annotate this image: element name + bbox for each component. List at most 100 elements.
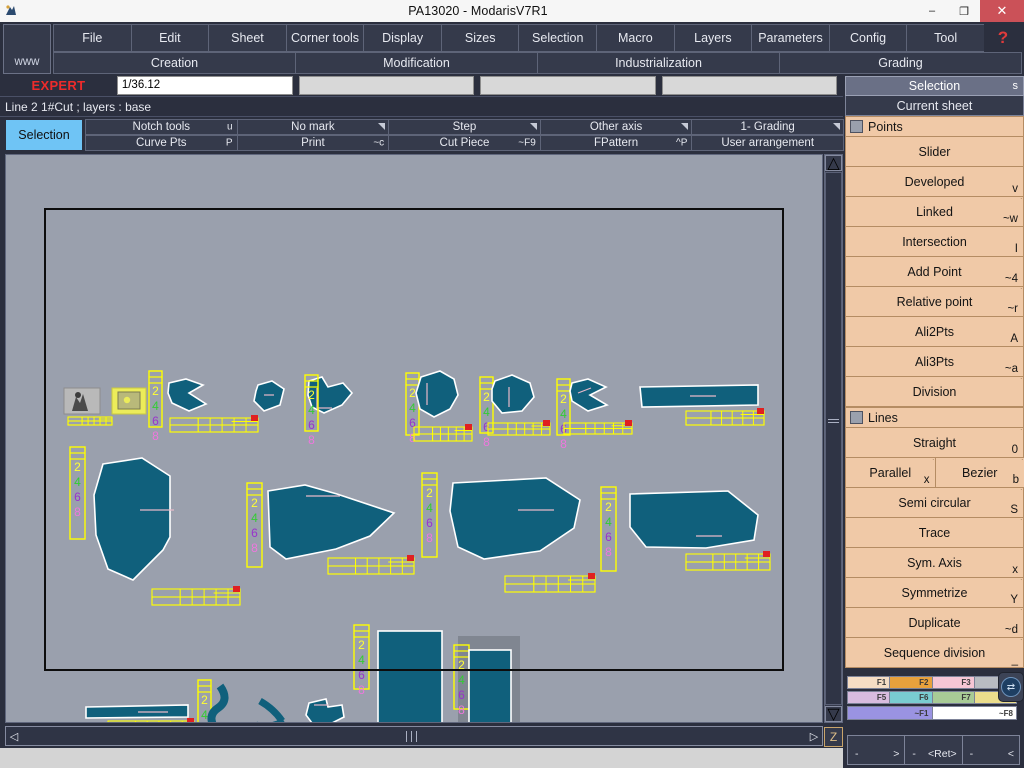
function-key-f1[interactable]: F1 xyxy=(848,677,891,688)
rotate-tool-button[interactable]: ⇄ xyxy=(998,672,1024,702)
submenu-corner-icon[interactable] xyxy=(1011,489,1022,500)
panel-button-symmetrize[interactable]: Symmetrize Y xyxy=(845,578,1024,608)
category-tab-grading[interactable]: Grading xyxy=(779,52,1022,74)
panel-button-sym-axis[interactable]: Sym. Axis x xyxy=(845,548,1024,578)
zoom-z-button[interactable]: Z xyxy=(824,727,843,747)
function-key-f7[interactable]: F7 xyxy=(932,692,975,703)
submenu-corner-icon[interactable] xyxy=(1012,459,1023,470)
tool-notch-tools[interactable]: Notch tools u xyxy=(85,119,238,135)
scroll-right-button[interactable]: ▷ xyxy=(806,728,822,745)
menu-item-file[interactable]: File xyxy=(53,24,132,52)
vertical-scroll-track[interactable] xyxy=(825,172,842,705)
field-2[interactable] xyxy=(299,75,475,95)
pattern-piece-14[interactable] xyxy=(256,697,285,722)
menu-item-sheet[interactable]: Sheet xyxy=(208,24,287,52)
panel-button-add-point[interactable]: Add Point ~4 xyxy=(845,257,1024,287)
tool-curve-pts[interactable]: Curve Pts P xyxy=(85,135,238,151)
tool-fpattern[interactable]: FPattern ^P xyxy=(539,135,693,151)
panel-button-intersection[interactable]: Intersection I xyxy=(845,227,1024,257)
submenu-corner-icon[interactable] xyxy=(1011,519,1022,530)
scale-field[interactable]: 1/36.12 xyxy=(116,75,294,95)
function-key-f3[interactable]: F3 xyxy=(932,677,975,688)
help-icon[interactable]: ? xyxy=(983,24,1022,52)
submenu-corner-icon[interactable] xyxy=(1011,198,1022,209)
menu-item-corner-tools[interactable]: Corner tools xyxy=(285,24,365,52)
panel-button-trace[interactable]: Trace xyxy=(845,518,1024,548)
panel-button-bezier[interactable]: Bezier b xyxy=(934,458,1024,488)
submenu-corner-icon[interactable] xyxy=(1011,378,1022,389)
category-tab-industrialization[interactable]: Industrialization xyxy=(537,52,780,74)
close-button[interactable]: ✕ xyxy=(980,0,1024,22)
panel-button-slider[interactable]: Slider xyxy=(845,137,1024,167)
field-3[interactable] xyxy=(480,75,656,95)
panel-button-duplicate[interactable]: Duplicate ~d xyxy=(845,608,1024,638)
tool-no-mark[interactable]: No mark xyxy=(236,119,390,135)
horizontal-scroll-track[interactable] xyxy=(22,728,806,745)
tool-step[interactable]: Step xyxy=(388,119,541,135)
category-tab-creation[interactable]: Creation xyxy=(53,52,296,74)
submenu-corner-icon[interactable] xyxy=(1011,609,1022,620)
panel-button-straight[interactable]: Straight 0 xyxy=(845,428,1024,458)
www-button[interactable]: www xyxy=(3,24,51,74)
menu-item-tool[interactable]: Tool xyxy=(906,24,985,52)
scroll-left-button[interactable]: ◁ xyxy=(6,728,22,745)
submenu-corner-icon[interactable] xyxy=(1011,429,1022,440)
submenu-corner-icon[interactable] xyxy=(1011,639,1022,650)
menu-item-layers[interactable]: Layers xyxy=(673,24,753,52)
submenu-corner-icon[interactable] xyxy=(1011,288,1022,299)
bottom-button-1[interactable]: - > xyxy=(847,735,906,765)
current-sheet-button[interactable]: Current sheet xyxy=(845,96,1024,116)
function-key-alt-f1[interactable]: ~F1 xyxy=(848,707,933,719)
restore-button[interactable]: ❐ xyxy=(948,0,980,22)
panel-button-division[interactable]: Division xyxy=(845,377,1024,407)
menu-item-macro[interactable]: Macro xyxy=(596,24,675,52)
function-key-f2[interactable]: F2 xyxy=(890,677,933,688)
panel-group-points[interactable]: Points xyxy=(845,116,1024,137)
vertical-scrollbar[interactable]: △ ▽ xyxy=(824,154,843,723)
pattern-canvas[interactable]: 2468246824682468246824682468246824682468… xyxy=(5,154,823,723)
pattern-piece-15[interactable] xyxy=(305,698,345,722)
selection-mode-button[interactable]: Selection xyxy=(5,119,83,151)
dropdown-caret-icon[interactable] xyxy=(378,123,386,130)
tool-1-grading[interactable]: 1- Grading xyxy=(691,119,844,135)
panel-group-lines[interactable]: Lines xyxy=(845,407,1024,428)
function-key-f6[interactable]: F6 xyxy=(890,692,933,703)
scroll-down-button[interactable]: ▽ xyxy=(825,706,842,723)
submenu-corner-icon[interactable] xyxy=(923,459,934,470)
menu-item-config[interactable]: Config xyxy=(828,24,908,52)
function-key-f5[interactable]: F5 xyxy=(848,692,891,703)
field-4[interactable] xyxy=(661,75,837,95)
group-checkbox[interactable] xyxy=(850,120,863,133)
minimize-button[interactable]: – xyxy=(916,0,948,22)
panel-button-linked[interactable]: Linked ~w xyxy=(845,197,1024,227)
panel-button-relative-point[interactable]: Relative point ~r xyxy=(845,287,1024,317)
scroll-up-button[interactable]: △ xyxy=(825,155,842,172)
horizontal-scrollbar[interactable]: ◁ ▷ xyxy=(5,726,823,746)
horizontal-scroll-thumb[interactable] xyxy=(406,730,418,742)
tool-cut-piece[interactable]: Cut Piece ~F9 xyxy=(388,135,541,151)
tool-print[interactable]: Print ~c xyxy=(236,135,390,151)
submenu-corner-icon[interactable] xyxy=(1011,579,1022,590)
menu-item-display[interactable]: Display xyxy=(363,24,442,52)
panel-button-ali3pts[interactable]: Ali3Pts ~a xyxy=(845,347,1024,377)
dropdown-caret-icon[interactable] xyxy=(832,123,840,130)
panel-header-selection[interactable]: Selection s xyxy=(845,76,1024,96)
function-key-alt-f8[interactable]: ~F8 xyxy=(932,707,1016,719)
menu-item-sizes[interactable]: Sizes xyxy=(440,24,520,52)
panel-button-developed[interactable]: Developed v xyxy=(845,167,1024,197)
dropdown-caret-icon[interactable] xyxy=(529,123,537,130)
menu-item-edit[interactable]: Edit xyxy=(130,24,210,52)
category-tab-modification[interactable]: Modification xyxy=(295,52,538,74)
bottom-button-2[interactable]: - <Ret> xyxy=(904,735,963,765)
panel-button-sequence-division[interactable]: Sequence division _ xyxy=(845,638,1024,668)
pattern-piece-12[interactable] xyxy=(85,704,189,719)
panel-button-ali2pts[interactable]: Ali2Pts A xyxy=(845,317,1024,347)
panel-button-semi-circular[interactable]: Semi circular S xyxy=(845,488,1024,518)
group-checkbox[interactable] xyxy=(850,411,863,424)
tool-user-arrangement[interactable]: User arrangement xyxy=(691,135,844,151)
tool-other-axis[interactable]: Other axis xyxy=(539,119,693,135)
vertical-scroll-thumb[interactable] xyxy=(828,417,839,426)
panel-button-parallel[interactable]: Parallel x xyxy=(845,458,936,488)
menu-item-selection[interactable]: Selection xyxy=(518,24,598,52)
menu-item-parameters[interactable]: Parameters xyxy=(751,24,830,52)
